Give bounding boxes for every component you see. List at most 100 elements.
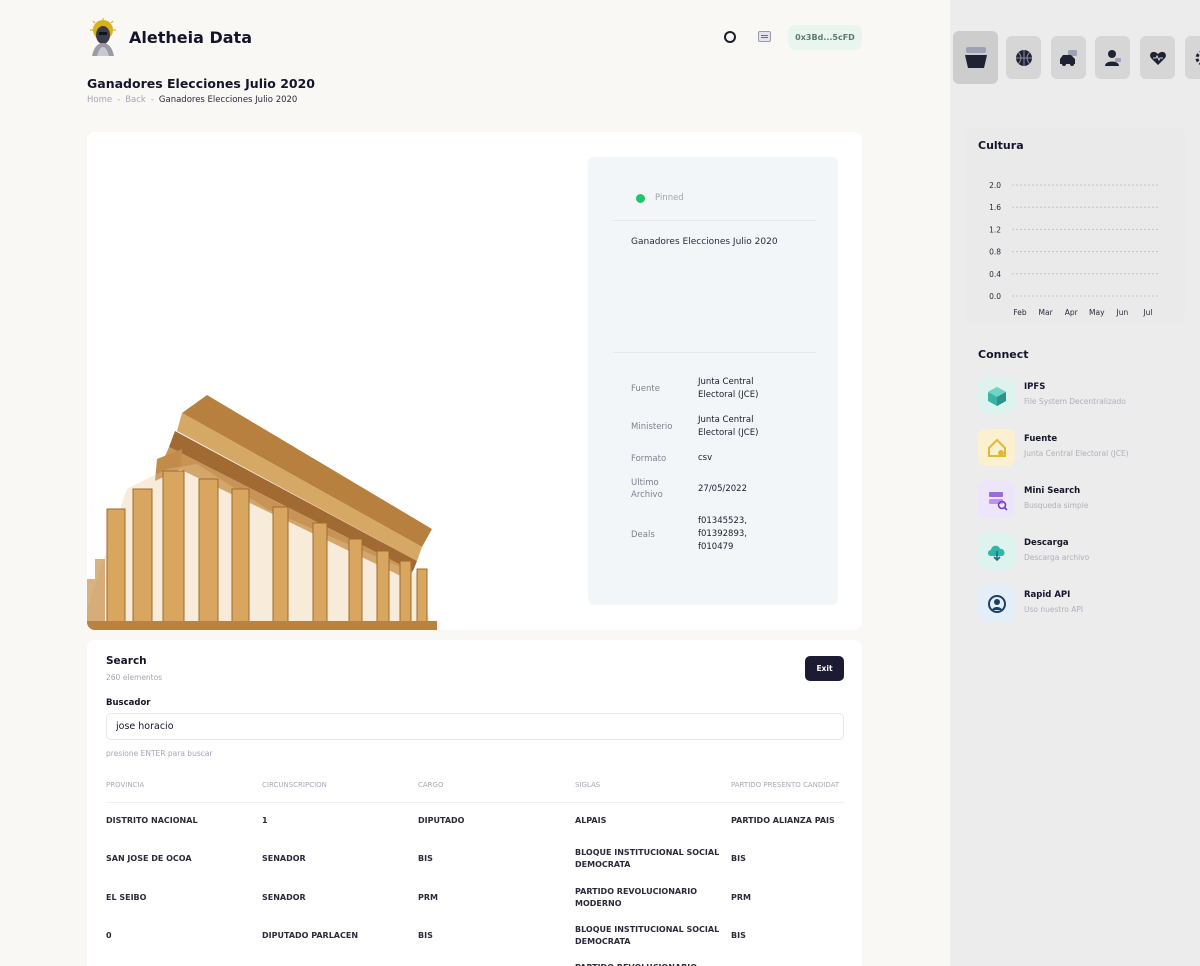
table-cell: BLOQUE INSTITUCIONAL SOCIAL DEMOCRATA: [575, 848, 720, 869]
x-tick-label: Apr: [1065, 308, 1079, 317]
table-cell: BIS: [418, 854, 433, 863]
table-cell: DISTRITO NACIONAL: [106, 816, 198, 825]
table-cell: BIS: [731, 931, 746, 940]
y-tick-label: 0.4: [989, 270, 1001, 279]
tab-settings[interactable]: [1185, 36, 1200, 79]
x-tick-label: Mar: [1039, 308, 1054, 317]
divider: [106, 802, 844, 803]
category-tabs: [950, 0, 1200, 90]
property-row: Fuente Junta Central Electoral (JCE): [631, 376, 778, 402]
table-row[interactable]: 0 DIPUTADO PARLACEN BIS BLOQUE INSTITUCI…: [106, 919, 851, 953]
connect-mini-search[interactable]: Mini Search Busqueda simple: [978, 481, 1178, 521]
property-row: Ultimo Archivo 27/05/2022: [631, 477, 778, 501]
property-value: csv: [698, 453, 713, 463]
table-cell: SENADOR: [262, 893, 306, 902]
table-cell: PRM: [731, 893, 751, 902]
heart-icon: [1149, 51, 1166, 65]
gear-icon: [1195, 50, 1200, 65]
tab-heart[interactable]: [1140, 36, 1175, 79]
tab-basket[interactable]: [953, 31, 998, 84]
connect-item-subtitle: Junta Central Electoral (JCE): [1024, 449, 1129, 458]
dataset-card: Pinned Ganadores Elecciones Julio 2020 F…: [87, 132, 862, 630]
connect-item-title: IPFS: [1024, 382, 1046, 392]
table-cell: SAN JOSE DE OCOA: [106, 854, 192, 863]
breadcrumb-back[interactable]: Back: [125, 95, 146, 105]
cube-icon: [978, 377, 1015, 414]
column-header[interactable]: CIRCUNSCRIPCION: [262, 781, 327, 789]
property-key: Ultimo Archivo: [631, 478, 663, 500]
column-header[interactable]: PARTIDO PRESENTO CANDIDAT: [731, 781, 839, 789]
tab-basketball[interactable]: [1006, 36, 1041, 79]
basket-icon: [964, 46, 987, 68]
search-title: Search: [106, 655, 147, 667]
search-input[interactable]: [106, 713, 844, 740]
connect-ipfs[interactable]: IPFS File System Decentralizado: [978, 377, 1178, 417]
table-cell: PARTIDO REVOLUCIONARIO MODERNO: [575, 887, 698, 908]
breadcrumb-current: Ganadores Elecciones Julio 2020: [158, 95, 298, 105]
column-header[interactable]: SIGLAS: [575, 781, 720, 789]
message-icon[interactable]: [758, 31, 771, 42]
x-tick-label: May: [1089, 308, 1105, 317]
result-count: 260 elementos: [106, 673, 163, 682]
info-panel: Pinned Ganadores Elecciones Julio 2020 F…: [588, 157, 838, 605]
divider: [613, 220, 816, 221]
table-cell: SENADOR: [262, 854, 306, 863]
connect-fuente[interactable]: Fuente Junta Central Electoral (JCE): [978, 429, 1178, 469]
brand[interactable]: Aletheia Data: [87, 18, 252, 56]
column-header[interactable]: PROVINCIA: [106, 781, 144, 789]
x-tick-label: Jul: [1142, 308, 1152, 317]
table-cell: PARTIDO ALIANZA PAIS: [731, 816, 835, 825]
table-row[interactable]: DISTRITO NACIONAL 1 DIPUTADO ALPAIS PART…: [106, 804, 851, 838]
wallet-address-button[interactable]: 0x3Bd...5cFD: [788, 25, 862, 50]
table-row[interactable]: SAN JOSE DE OCOA SENADOR BIS BLOQUE INST…: [106, 842, 851, 876]
breadcrumb-separator: -: [150, 95, 154, 105]
table-cell: BIS: [731, 854, 746, 863]
exit-button[interactable]: Exit: [805, 656, 844, 681]
column-header[interactable]: CARGO: [418, 781, 443, 789]
breadcrumb-home[interactable]: Home: [87, 95, 112, 105]
connect-item-subtitle: Descarga archivo: [1024, 553, 1090, 562]
property-key: Deals: [631, 529, 655, 540]
status-indicator: [636, 194, 645, 203]
property-key: Ministerio: [631, 422, 673, 432]
cloud-download-icon: [978, 533, 1015, 570]
property-key: Fuente: [631, 384, 660, 394]
property-value: Junta Central Electoral (JCE): [698, 377, 759, 400]
search-field-label: Buscador: [106, 698, 151, 708]
car-icon: [1059, 49, 1077, 66]
property-row: Formato csv: [631, 452, 778, 465]
property-value: f01345523, f01392893, f010479: [698, 516, 747, 552]
connect-descarga[interactable]: Descarga Descarga archivo: [978, 533, 1178, 573]
table-row[interactable]: PARTIDO REVOLUCIONARIO: [106, 951, 851, 966]
connect-rapid-api[interactable]: Rapid API Uso nuestro API: [978, 585, 1178, 625]
table-cell: 1: [262, 816, 268, 825]
divider: [613, 352, 816, 353]
table-cell: PARTIDO REVOLUCIONARIO: [575, 951, 720, 966]
main-content: Aletheia Data 0x3Bd...5cFD Ganadores Ele…: [0, 0, 950, 966]
connect-item-subtitle: File System Decentralizado: [1024, 397, 1126, 406]
api-icon: [978, 585, 1015, 622]
property-value: 27/05/2022: [698, 483, 747, 494]
table-cell: PRM: [418, 893, 438, 902]
search-icon[interactable]: [724, 31, 736, 43]
property-row: Deals f01345523, f01392893, f010479: [631, 515, 754, 554]
logo-icon: [90, 18, 116, 56]
table-cell: BLOQUE INSTITUCIONAL SOCIAL DEMOCRATA: [575, 925, 720, 946]
table-row[interactable]: EL SEIBO SENADOR PRM PARTIDO REVOLUCIONA…: [106, 881, 851, 915]
connect-item-title: Descarga: [1024, 538, 1069, 548]
parthenon-image: [87, 395, 437, 630]
tab-car[interactable]: [1051, 36, 1086, 79]
house-icon: [978, 429, 1015, 466]
table-header: PROVINCIA CIRCUNSCRIPCION CARGO SIGLAS P…: [106, 781, 846, 801]
page-title: Ganadores Elecciones Julio 2020: [87, 76, 316, 91]
tab-user[interactable]: [1095, 36, 1130, 79]
search-server-icon: [978, 481, 1015, 518]
y-tick-label: 0.8: [989, 248, 1001, 257]
table-cell: DIPUTADO PARLACEN: [262, 931, 359, 940]
search-hint: presione ENTER para buscar: [106, 749, 213, 758]
table-cell: ALPAIS: [575, 816, 607, 825]
dataset-description: Ganadores Elecciones Julio 2020: [631, 237, 778, 247]
table-cell: DIPUTADO: [418, 816, 465, 825]
property-key: Formato: [631, 453, 667, 464]
breadcrumb-separator: -: [117, 95, 121, 105]
